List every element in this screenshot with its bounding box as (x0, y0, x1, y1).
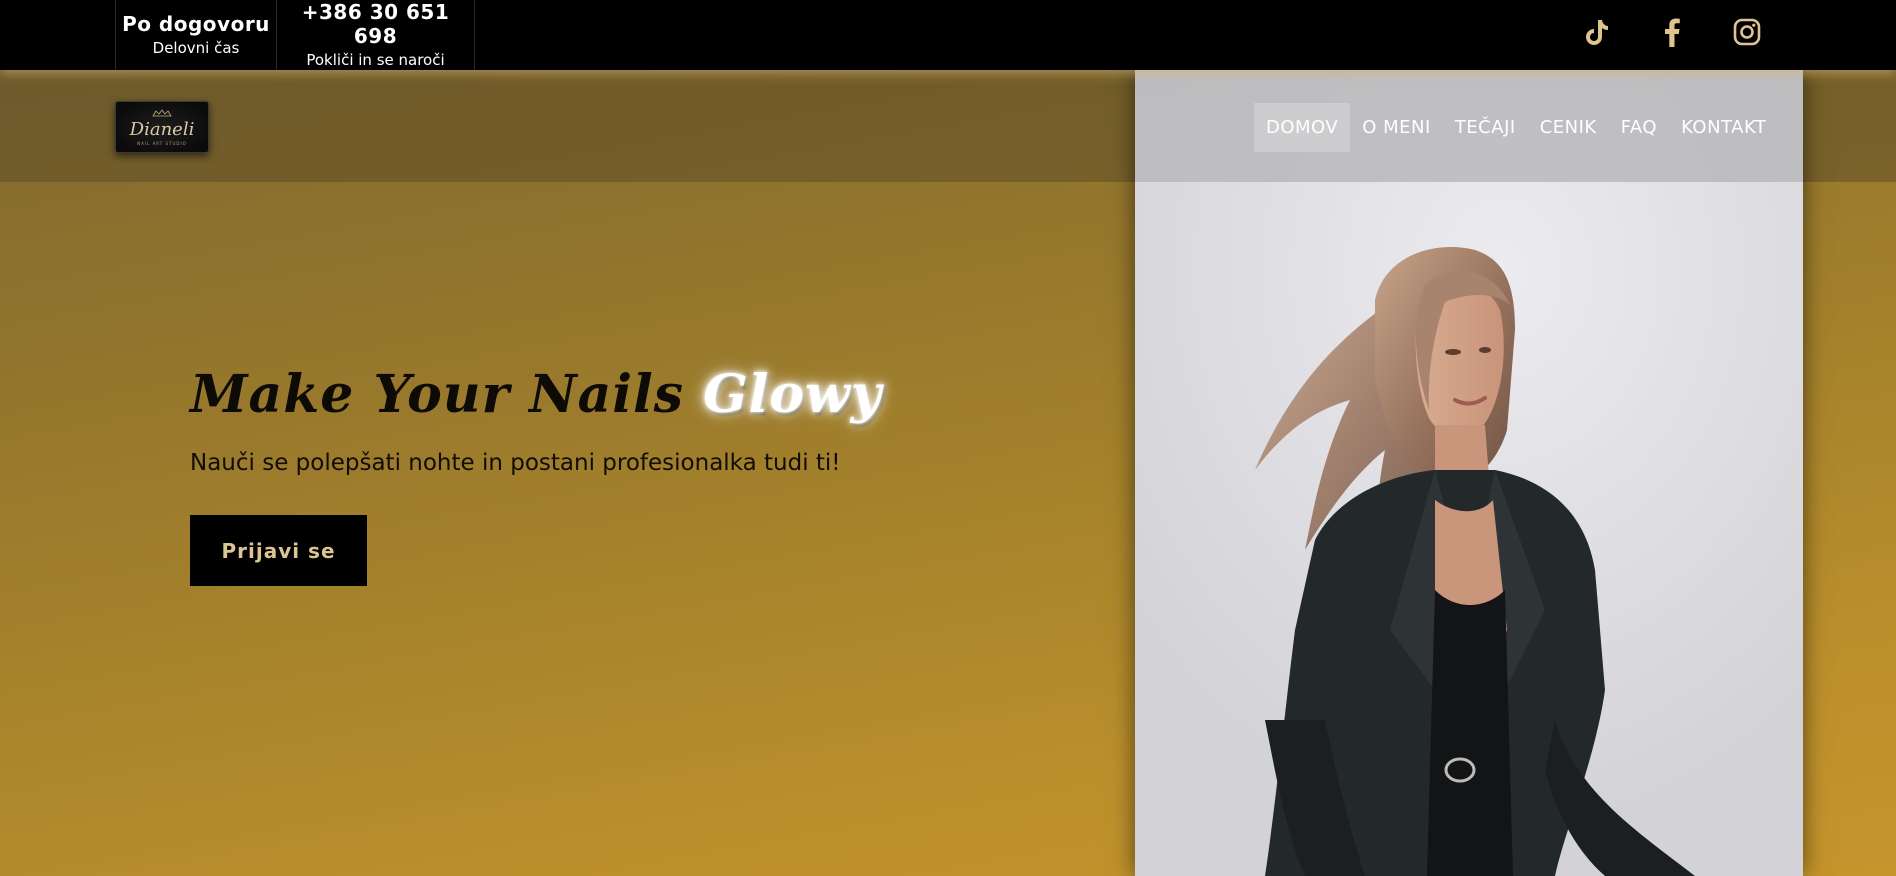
facebook-icon[interactable] (1655, 15, 1689, 49)
nav-item-o-meni[interactable]: O MENI (1350, 103, 1443, 152)
hero-title: Make Your Nails Glowy (190, 364, 890, 444)
logo-subtitle: NAIL ART STUDIO (137, 140, 187, 146)
phone-number[interactable]: +386 30 651 698 (277, 0, 474, 48)
working-hours-subtitle: Delovni čas (152, 39, 240, 57)
working-hours-title: Po dogovoru (122, 12, 270, 36)
hero-title-glow: Glowy (703, 364, 883, 425)
hero-subtitle: Nauči se polepšati nohte in postani prof… (190, 450, 841, 476)
nav-item-tecaji[interactable]: TEČAJI (1443, 103, 1528, 152)
hero-photo (1135, 70, 1803, 876)
woman-portrait-image (1135, 70, 1803, 876)
nav-item-faq[interactable]: FAQ (1609, 103, 1669, 152)
instagram-icon[interactable] (1730, 15, 1764, 49)
signup-button[interactable]: Prijavi se (190, 515, 367, 586)
hero-title-main: Make Your Nails (190, 364, 704, 425)
working-hours-box: Po dogovoru Delovni čas (115, 0, 277, 70)
top-bar: Po dogovoru Delovni čas +386 30 651 698 … (0, 0, 1896, 70)
crown-icon (152, 108, 172, 116)
phone-subtitle: Pokliči in se naroči (306, 51, 445, 69)
tiktok-icon[interactable] (1580, 15, 1614, 49)
logo-script-text: Dianeli (129, 118, 195, 140)
site-logo[interactable]: Dianeli NAIL ART STUDIO (115, 101, 209, 153)
nav-item-domov[interactable]: DOMOV (1254, 103, 1351, 152)
nav-item-kontakt[interactable]: KONTAKT (1669, 103, 1778, 152)
phone-box[interactable]: +386 30 651 698 Pokliči in se naroči (276, 0, 475, 70)
main-nav: DOMOV O MENI TEČAJI CENIK FAQ KONTAKT (1254, 103, 1778, 152)
nav-item-cenik[interactable]: CENIK (1528, 103, 1609, 152)
